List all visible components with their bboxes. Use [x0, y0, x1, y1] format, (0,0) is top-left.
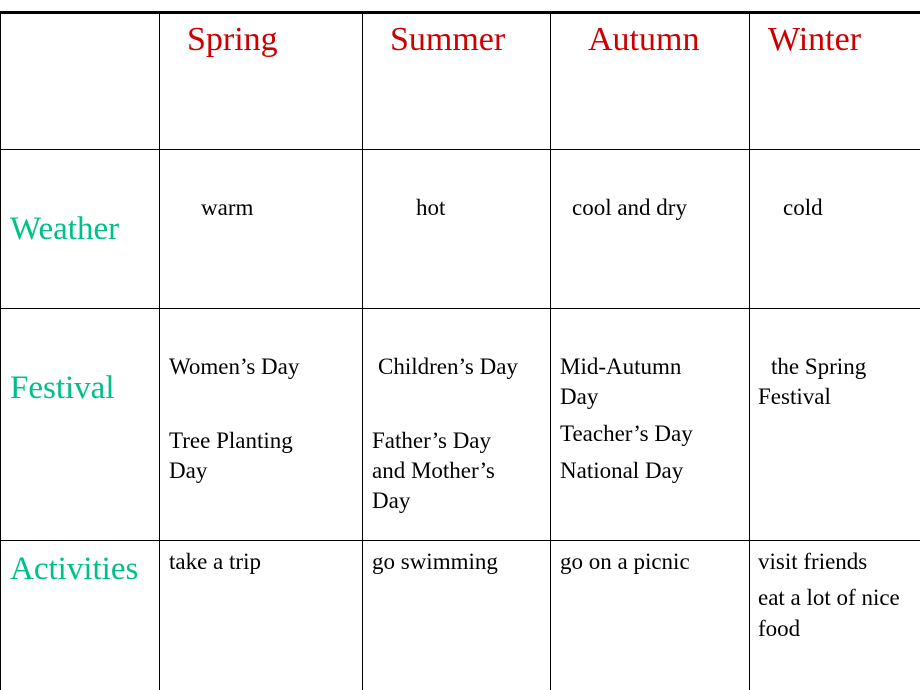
- header-winter: Winter: [768, 21, 862, 58]
- cell-text: Day: [169, 458, 208, 483]
- cell-text: eat a lot of nice: [758, 585, 900, 610]
- cell-text: Father’s Day: [372, 428, 492, 453]
- column-divider: [0, 12, 1, 690]
- cell-text: go swimming: [372, 549, 498, 574]
- cell-text: Children’s Day: [378, 354, 518, 379]
- column-divider: [159, 12, 160, 690]
- cell-text: take a trip: [169, 549, 261, 574]
- cell-text: Mid-Autumn: [560, 354, 682, 379]
- column-divider: [362, 12, 363, 690]
- cell-text: Festival: [758, 384, 831, 409]
- column-divider: [749, 12, 750, 690]
- column-divider: [550, 12, 551, 690]
- header-autumn: Autumn: [588, 21, 700, 58]
- row-label-weather: Weather: [10, 211, 120, 247]
- cell-text: and Mother’s: [372, 458, 495, 483]
- cell-text: food: [758, 616, 801, 641]
- cell-text: National Day: [560, 458, 684, 483]
- header-spring: Spring: [187, 21, 278, 58]
- cell-text: warm: [201, 195, 254, 220]
- cell-text: cool and dry: [572, 195, 687, 220]
- cell-text: go on a picnic: [560, 549, 690, 574]
- cell-text: the Spring: [771, 354, 867, 379]
- cell-text: visit friends: [758, 549, 868, 574]
- row-divider: [0, 149, 920, 150]
- row-label-activities: Activities: [10, 551, 139, 587]
- cell-text: cold: [783, 195, 823, 220]
- cell-text: Day: [372, 488, 411, 513]
- table-border-top: [0, 11, 920, 14]
- seasons-table: Spring Summer Autumn Winter Weather Fest…: [0, 0, 920, 690]
- cell-text: Tree Planting: [169, 428, 293, 453]
- row-label-festival: Festival: [10, 370, 115, 406]
- header-summer: Summer: [390, 21, 506, 58]
- row-divider: [0, 308, 920, 309]
- cell-text: Women’s Day: [169, 354, 300, 379]
- cell-text: hot: [416, 195, 446, 220]
- cell-text: Day: [560, 384, 599, 409]
- row-divider: [0, 540, 920, 541]
- cell-text: Teacher’s Day: [560, 421, 693, 446]
